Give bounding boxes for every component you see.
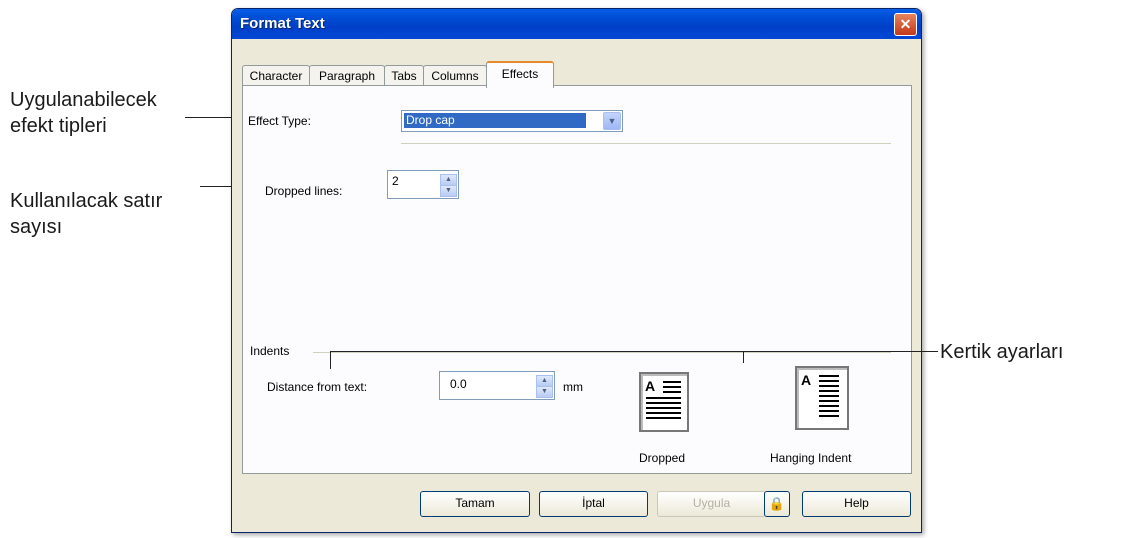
distance-unit: mm <box>563 380 583 394</box>
callout-line: Kullanılacak satır <box>10 190 163 212</box>
drop-cap-glyph: A <box>645 378 656 394</box>
distance-label: Distance from text: <box>267 380 368 394</box>
chevron-down-icon[interactable]: ▼ <box>603 112 621 130</box>
cancel-button[interactable]: İptal <box>539 491 648 517</box>
effect-type-value: Drop cap <box>404 113 586 128</box>
dialog-title: Format Text <box>240 15 325 32</box>
effect-type-select[interactable]: Drop cap ▼ <box>401 110 623 132</box>
divider <box>313 352 891 353</box>
drop-cap-glyph: A <box>801 372 812 388</box>
tab-paragraph[interactable]: Paragraph <box>309 65 385 86</box>
callout-dropped-lines: Kullanılacak satır sayısı <box>10 188 162 240</box>
title-bar[interactable]: Format Text ✕ <box>232 9 921 39</box>
distance-value: 0.0 <box>450 377 467 391</box>
callout-line: Uygulanabilecek <box>10 89 157 111</box>
callout-line: sayısı <box>10 216 63 238</box>
spin-down-icon[interactable]: ▼ <box>536 386 553 398</box>
tab-columns[interactable]: Columns <box>423 65 487 86</box>
apply-button[interactable]: Uygula <box>657 491 766 517</box>
leader-line <box>743 351 744 363</box>
callout-indents: Kertik ayarları <box>940 341 1064 363</box>
leader-line <box>330 351 938 352</box>
tab-effects[interactable]: Effects <box>486 61 554 88</box>
hanging-indent-caption: Hanging Indent <box>770 451 852 465</box>
indents-label: Indents <box>250 344 290 358</box>
callout-effect-type: Uygulanabilecek efekt tipleri <box>10 87 157 139</box>
lock-icon[interactable]: 🔒 <box>764 491 790 517</box>
dropped-caption: Dropped <box>639 451 686 465</box>
dropped-preview-button[interactable]: A <box>639 372 689 432</box>
distance-stepper[interactable]: 0.0 ▲ ▼ <box>439 371 555 400</box>
divider <box>401 143 891 144</box>
format-text-dialog: Format Text ✕ Character Paragraph Tabs C… <box>231 8 922 533</box>
dropped-lines-value: 2 <box>392 174 399 188</box>
callout-line: efekt tipleri <box>10 115 107 137</box>
dropped-lines-label: Dropped lines: <box>265 184 343 198</box>
help-button[interactable]: Help <box>802 491 911 517</box>
tab-tabs[interactable]: Tabs <box>384 65 424 86</box>
spin-down-icon[interactable]: ▼ <box>440 185 457 197</box>
close-icon[interactable]: ✕ <box>894 13 917 36</box>
hanging-indent-preview-button[interactable]: A <box>795 366 849 430</box>
tab-character[interactable]: Character <box>242 65 310 86</box>
ok-button[interactable]: Tamam <box>420 491 530 517</box>
dropped-lines-stepper[interactable]: 2 ▲ ▼ <box>387 170 459 199</box>
effects-panel: Effect Type: Drop cap ▼ Dropped lines: 2… <box>242 85 912 474</box>
leader-line <box>330 351 331 369</box>
effect-type-label: Effect Type: <box>248 114 311 128</box>
